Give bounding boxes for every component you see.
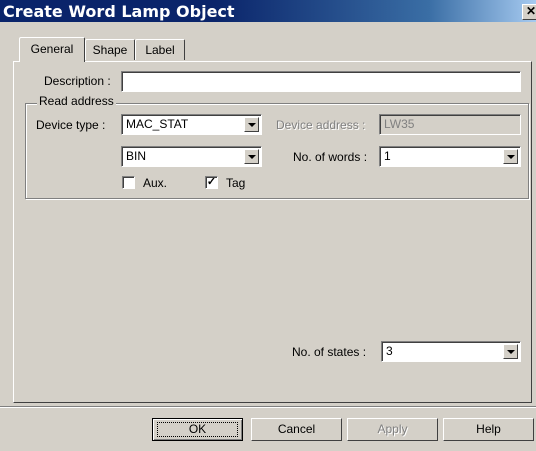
device-type-value: MAC_STAT [126,117,189,131]
button-separator [0,406,536,408]
format-value: BIN [126,149,147,163]
description-input[interactable] [121,71,521,92]
format-select[interactable]: BIN [121,146,262,167]
num-words-value: 1 [384,149,391,163]
chevron-down-icon[interactable] [244,117,259,132]
num-words-select[interactable]: 1 [379,146,521,167]
chevron-down-icon[interactable] [244,149,259,164]
window-title: Create Word Lamp Object [3,2,235,21]
device-type-select[interactable]: MAC_STAT [121,114,262,135]
description-label: Description : [44,74,111,88]
num-words-label: No. of words : [293,150,368,164]
aux-checkbox[interactable] [122,176,135,189]
tab-label[interactable]: Label [135,39,185,60]
device-address-label: Device address : [276,118,366,132]
title-bar[interactable]: Create Word Lamp Object ✕ [0,0,536,22]
aux-label: Aux. [143,176,168,190]
num-states-select[interactable]: 3 [381,341,521,362]
device-type-label: Device type : [36,118,106,132]
read-address-legend: Read address [37,94,116,108]
num-states-value: 3 [386,344,393,358]
help-button[interactable]: Help [443,418,534,441]
num-states-label: No. of states : [292,345,367,359]
chevron-down-icon[interactable] [503,344,518,359]
close-icon[interactable]: ✕ [522,4,536,20]
chevron-down-icon[interactable] [503,149,518,164]
device-address-input[interactable]: LW35 [379,114,521,135]
ok-button[interactable]: OK [152,418,243,441]
focus-rect [157,422,238,437]
tab-shape[interactable]: Shape [85,39,135,60]
tag-checkbox[interactable]: ✓ [205,176,218,189]
cancel-button[interactable]: Cancel [251,418,342,441]
apply-button[interactable]: Apply [347,418,438,441]
tag-label: Tag [226,176,246,190]
check-icon: ✓ [206,176,217,188]
tab-general[interactable]: General [19,37,85,62]
